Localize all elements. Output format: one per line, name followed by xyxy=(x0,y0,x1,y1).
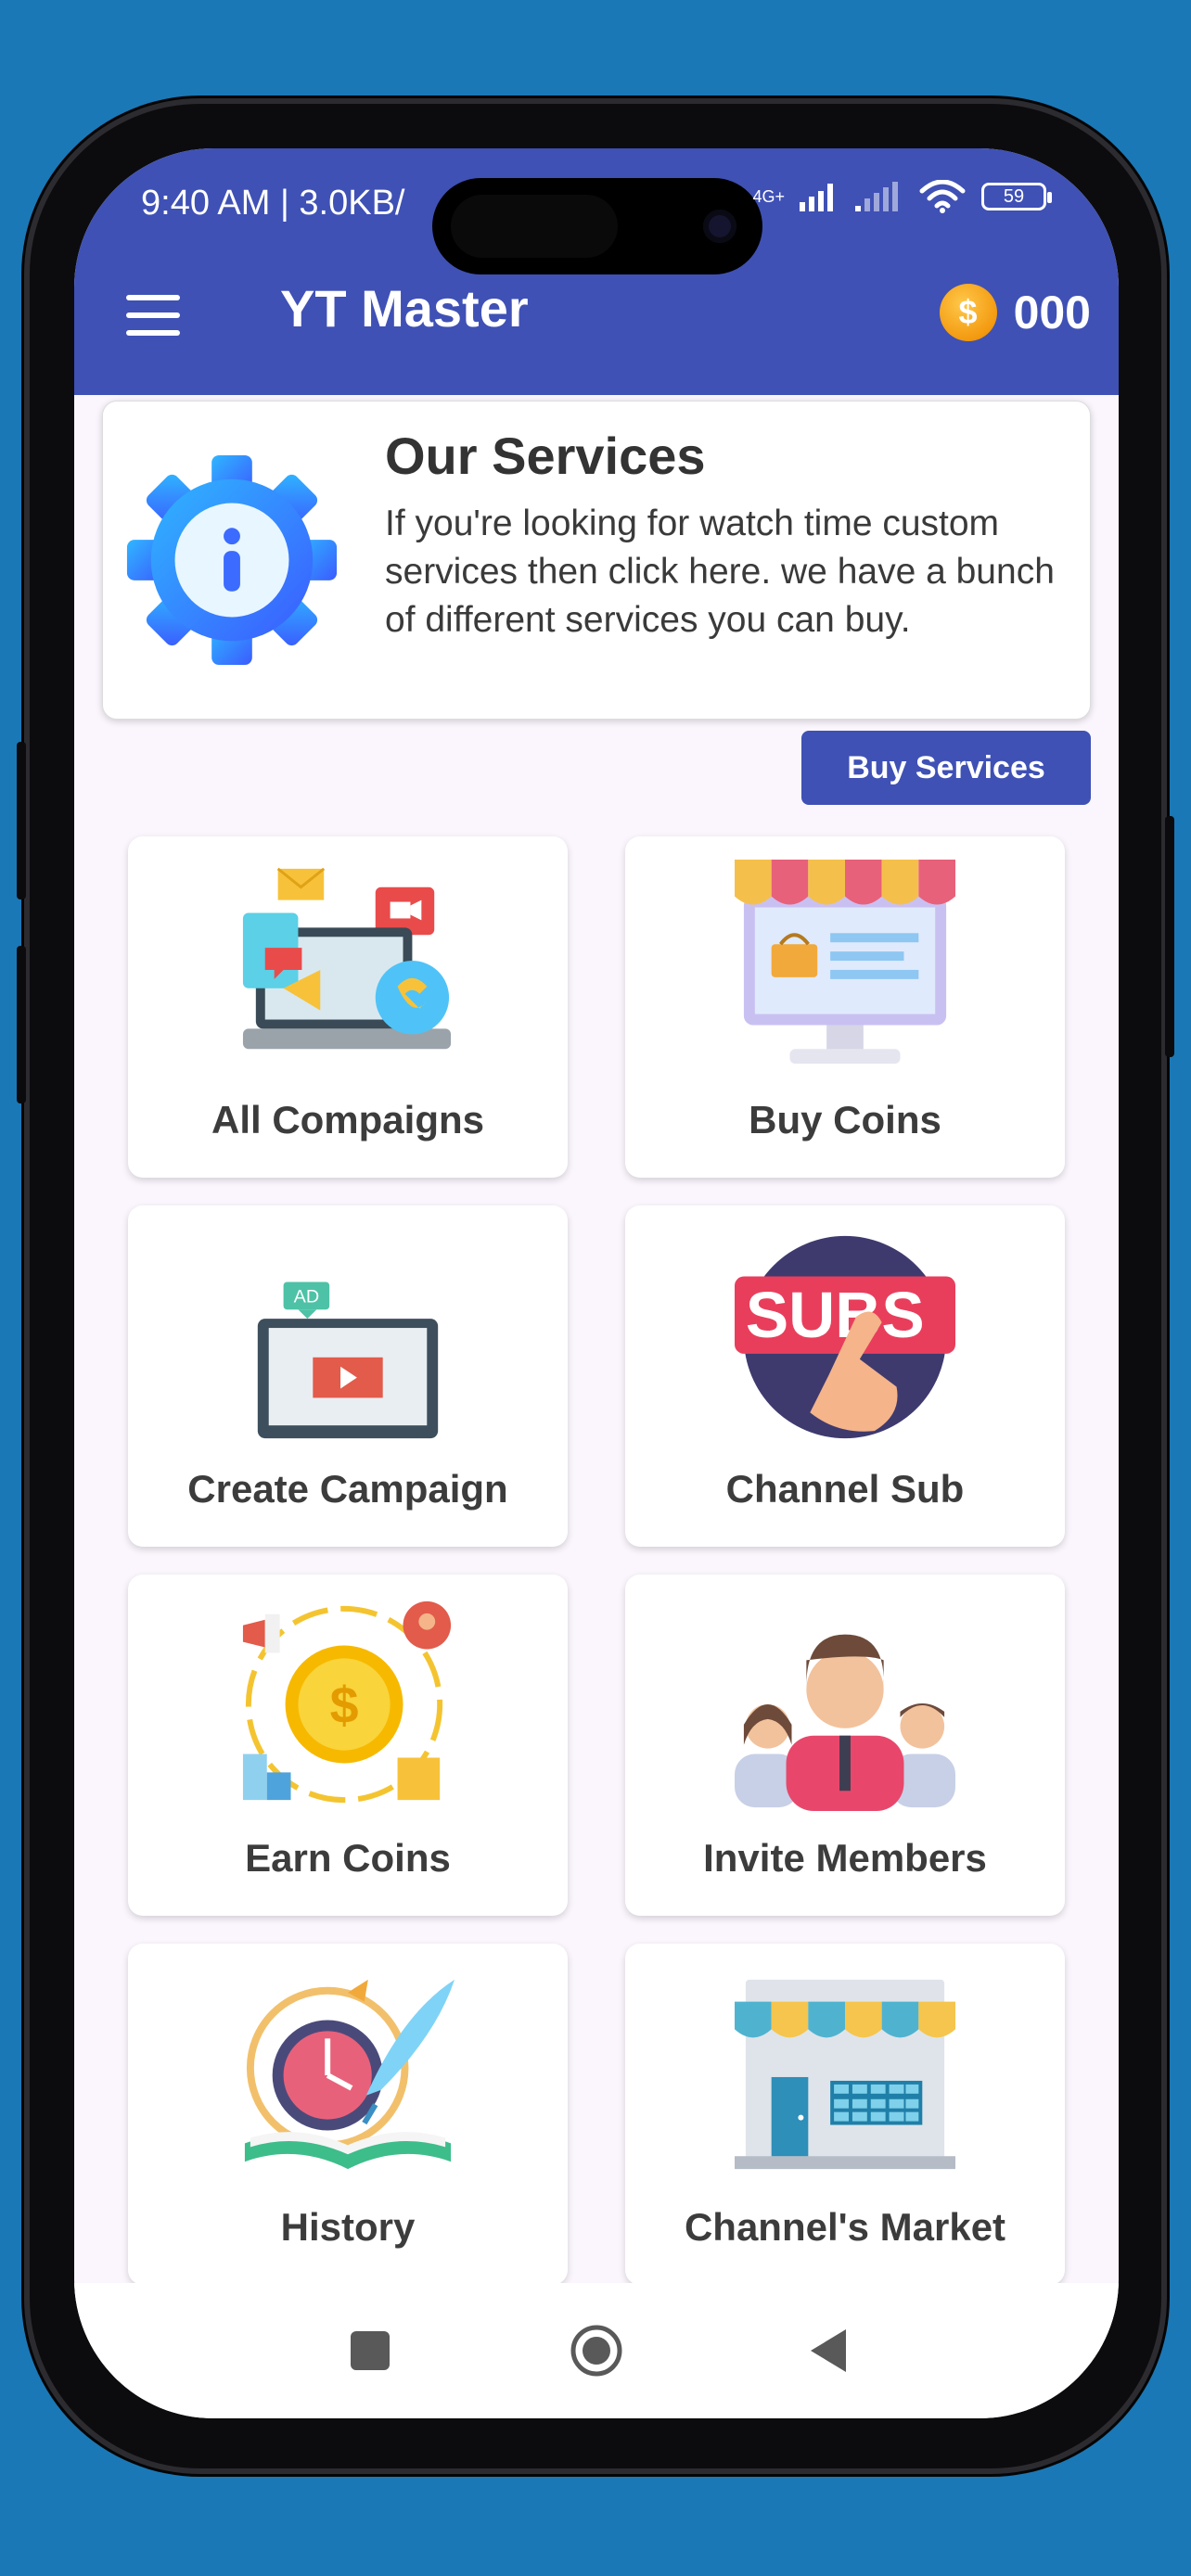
phone-side-button xyxy=(17,742,26,899)
dollar-coin-icon: $ xyxy=(939,284,997,341)
network-type: 4G+ xyxy=(752,186,785,206)
tile-label: Earn Coins xyxy=(245,1836,451,1880)
history-book-icon xyxy=(244,1979,455,2170)
back-triangle-icon[interactable] xyxy=(803,2324,857,2378)
app-bar: 9:40 AM | 3.0KB/ 4G+ 59 YT Master $ 000 xyxy=(74,148,1119,395)
coin-count: 000 xyxy=(1013,287,1091,338)
services-title: Our Services xyxy=(385,427,706,485)
tile-label: History xyxy=(280,2205,416,2249)
hamburger-menu-icon[interactable] xyxy=(126,295,184,339)
tile-create-campaign[interactable]: AD Create Campaign xyxy=(128,1205,568,1547)
online-shop-icon xyxy=(735,859,955,1065)
tile-history[interactable]: History xyxy=(128,1944,568,2285)
camera-icon xyxy=(703,210,736,243)
coin-balance[interactable]: $ 000 xyxy=(939,284,1091,341)
phone-side-button xyxy=(1165,816,1174,1057)
signal-weak-icon xyxy=(855,182,898,211)
wifi-icon xyxy=(919,180,966,213)
tile-label: All Compaigns xyxy=(211,1098,485,1141)
tile-channel-sub[interactable]: SUBS Channel Sub xyxy=(625,1205,1065,1547)
app-screen: 9:40 AM | 3.0KB/ 4G+ 59 YT Master $ 000 … xyxy=(74,148,1119,2418)
svg-text:$: $ xyxy=(330,1677,359,1734)
battery-icon: 59 xyxy=(981,183,1052,210)
ad-monitor-icon: AD xyxy=(257,1282,439,1439)
subscribe-hand-icon: SUBS xyxy=(735,1235,955,1439)
our-services-card[interactable]: Our Services If you're looking for watch… xyxy=(102,401,1091,720)
tile-label: Create Campaign xyxy=(187,1467,508,1511)
tile-label: Invite Members xyxy=(703,1836,987,1880)
home-circle-icon[interactable] xyxy=(570,2324,623,2378)
services-description: If you're looking for watch time custom … xyxy=(385,504,1055,640)
tile-earn-coins[interactable]: $ Earn Coins xyxy=(128,1575,568,1916)
system-nav-bar xyxy=(74,2283,1119,2418)
status-time: 9:40 AM | 3.0KB/ xyxy=(141,184,405,223)
tile-channels-market[interactable]: Channel's Market xyxy=(625,1944,1065,2285)
team-members-icon xyxy=(735,1634,955,1812)
phone-side-button xyxy=(17,946,26,1103)
dynamic-island xyxy=(432,178,762,274)
info-gear-icon xyxy=(126,454,338,666)
earn-coins-icon: $ xyxy=(242,1600,452,1804)
tile-buy-coins[interactable]: Buy Coins xyxy=(625,836,1065,1178)
tile-label: Channel's Market xyxy=(684,2205,1006,2249)
app-title: YT Master xyxy=(280,279,529,338)
svg-text:AD: AD xyxy=(294,1286,320,1307)
svg-text:SUBS: SUBS xyxy=(746,1279,925,1351)
buy-services-button[interactable]: Buy Services xyxy=(801,731,1091,805)
signal-icon xyxy=(800,184,833,211)
tile-invite-members[interactable]: Invite Members xyxy=(625,1575,1065,1916)
tile-all-compaigns[interactable]: All Compaigns xyxy=(128,836,568,1178)
market-store-icon xyxy=(735,1979,955,2170)
tile-label: Channel Sub xyxy=(725,1467,965,1511)
recents-square-icon[interactable] xyxy=(343,2324,397,2378)
battery-level: 59 xyxy=(1003,185,1025,207)
campaigns-laptop-icon xyxy=(242,867,452,1050)
tile-label: Buy Coins xyxy=(749,1098,941,1141)
status-icons: 4G+ 59 xyxy=(752,180,1052,213)
